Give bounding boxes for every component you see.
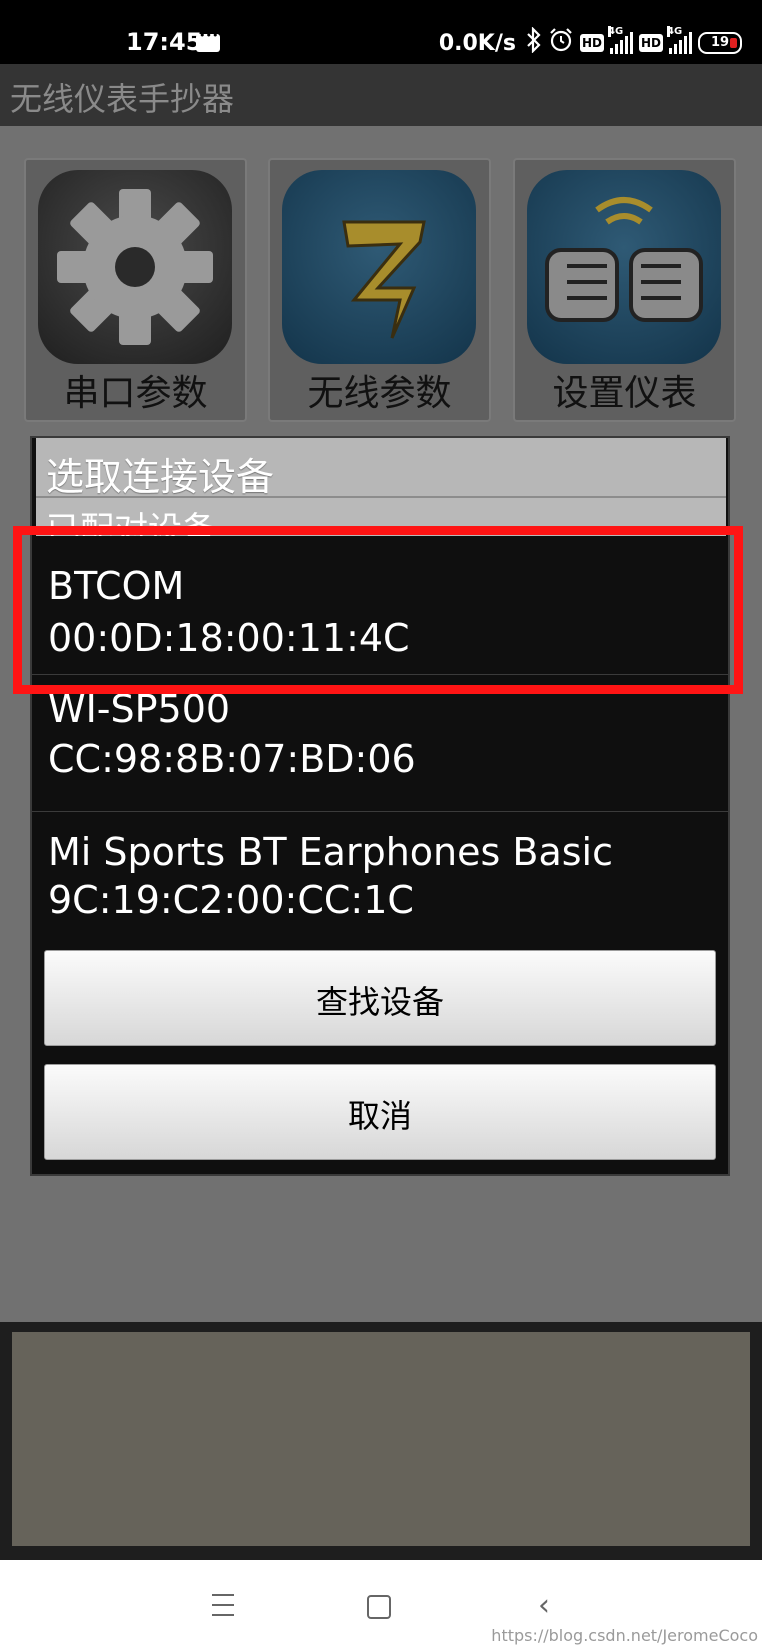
device-name: Mi Sports BT Earphones Basic bbox=[48, 830, 613, 874]
cancel-button[interactable]: 取消 bbox=[44, 1064, 716, 1160]
tile-serial-params[interactable]: 串口参数 bbox=[24, 158, 247, 422]
tile-wireless-params[interactable]: 无线参数 bbox=[268, 158, 491, 422]
back-icon[interactable]: ‹ bbox=[524, 1586, 564, 1626]
network-speed: 0.0K/s bbox=[438, 30, 516, 56]
signal-icon-1: 4G bbox=[607, 26, 633, 54]
menu-icon[interactable] bbox=[203, 1586, 243, 1626]
navigation-bar: ‹ https://blog.csdn.net/JeromeCoco bbox=[0, 1560, 762, 1651]
dialog-title-bar: 选取连接设备 bbox=[36, 438, 726, 499]
hd-badge-2: HD bbox=[638, 34, 663, 52]
hd-badge-1: HD bbox=[579, 34, 604, 52]
device-address: CC:98:8B:07:BD:06 bbox=[48, 737, 416, 781]
bluetooth-icon bbox=[526, 26, 542, 59]
app-bar: 无线仪表手抄器 bbox=[0, 64, 762, 126]
device-item-mi-earphones[interactable]: Mi Sports BT Earphones Basic 9C:19:C2:00… bbox=[32, 812, 728, 948]
button-label: 查找设备 bbox=[315, 983, 444, 1021]
gear-icon bbox=[38, 170, 232, 364]
tile-label: 设置仪表 bbox=[552, 373, 697, 414]
tile-label: 串口参数 bbox=[63, 373, 208, 414]
bottom-banner bbox=[12, 1332, 750, 1546]
battery-icon: 19 bbox=[698, 32, 742, 54]
message-icon bbox=[196, 29, 220, 52]
lightning-icon bbox=[282, 170, 476, 364]
dialog-title: 选取连接设备 bbox=[46, 455, 275, 499]
status-right-icons: 0.0K/s HD 4G HD 4G 19 bbox=[439, 26, 742, 60]
button-label: 取消 bbox=[347, 1097, 412, 1135]
device-item-wi-sp500[interactable]: WI-SP500 CC:98:8B:07:BD:06 bbox=[32, 675, 728, 812]
device-address: 9C:19:C2:00:CC:1C bbox=[48, 878, 414, 922]
find-devices-button[interactable]: 查找设备 bbox=[44, 950, 716, 1046]
status-time: 17:45 bbox=[126, 28, 203, 56]
highlight-box bbox=[13, 526, 743, 694]
tile-set-meter[interactable]: 设置仪表 bbox=[513, 158, 736, 422]
watermark: https://blog.csdn.net/JeromeCoco bbox=[491, 1626, 758, 1645]
tile-label: 无线参数 bbox=[307, 373, 452, 414]
home-icon[interactable] bbox=[358, 1586, 398, 1626]
signal-icon-2: 4G bbox=[667, 26, 692, 54]
app-title: 无线仪表手抄器 bbox=[10, 80, 235, 118]
hands-icon bbox=[527, 170, 721, 364]
alarm-icon bbox=[548, 27, 574, 59]
status-bar: 17:45 0.0K/s HD 4G HD 4G 19 bbox=[0, 0, 762, 64]
